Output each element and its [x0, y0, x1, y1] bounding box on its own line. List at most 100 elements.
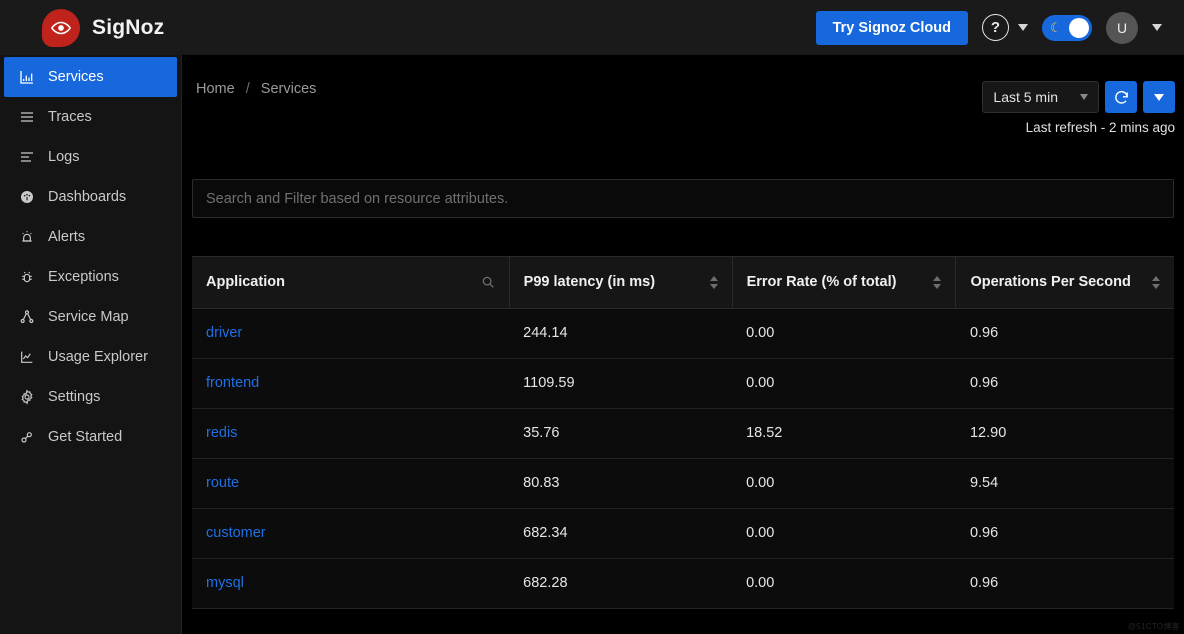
table-header-row: Application P99 latency (in ms) — [192, 257, 1174, 308]
breadcrumb-home[interactable]: Home — [196, 81, 235, 97]
sidebar: Services Traces Logs Dashboards Alerts — [0, 55, 182, 634]
cell-operations-per-second: 12.90 — [956, 408, 1174, 458]
breadcrumb-separator: / — [246, 81, 250, 97]
cell-p99-latency: 35.76 — [509, 408, 732, 458]
sort-icon[interactable] — [933, 276, 941, 289]
last-refresh-note: Last refresh - 2 mins ago — [982, 120, 1175, 135]
top-bar: SigNoz Try Signoz Cloud ? ☾ U — [0, 0, 1184, 55]
search-input[interactable] — [192, 179, 1174, 218]
gear-icon — [18, 389, 35, 406]
chevron-down-icon[interactable] — [1018, 24, 1028, 31]
table-row[interactable]: frontend 1109.59 0.00 0.96 — [192, 358, 1174, 408]
search-icon[interactable] — [481, 275, 495, 289]
sidebar-item-label: Exceptions — [48, 269, 119, 285]
sidebar-item-label: Dashboards — [48, 189, 126, 205]
sort-icon[interactable] — [710, 276, 718, 289]
node-graph-icon — [18, 309, 35, 326]
breadcrumb: Home / Services — [196, 81, 316, 97]
watermark: @51CTO博客 — [1128, 621, 1180, 632]
time-controls: Last 5 min — [982, 81, 1175, 113]
refresh-icon — [1113, 89, 1130, 106]
table-body: driver 244.14 0.00 0.96 frontend 1109.59… — [192, 308, 1174, 608]
caret-down-icon — [1154, 94, 1164, 101]
refresh-options-button[interactable] — [1143, 81, 1175, 113]
sidebar-item-label: Logs — [48, 149, 79, 165]
sidebar-item-service-map[interactable]: Service Map — [4, 297, 177, 337]
cell-error-rate: 18.52 — [732, 408, 956, 458]
cell-error-rate: 0.00 — [732, 558, 956, 608]
application-link[interactable]: redis — [206, 425, 237, 441]
refresh-button[interactable] — [1105, 81, 1137, 113]
sidebar-item-label: Usage Explorer — [48, 349, 148, 365]
cell-p99-latency: 682.34 — [509, 508, 732, 558]
sidebar-item-usage-explorer[interactable]: Usage Explorer — [4, 337, 177, 377]
cell-error-rate: 0.00 — [732, 358, 956, 408]
theme-toggle[interactable]: ☾ — [1042, 15, 1092, 41]
sidebar-item-label: Traces — [48, 109, 92, 125]
application-link[interactable]: customer — [206, 525, 266, 541]
sidebar-item-label: Get Started — [48, 429, 122, 445]
cell-error-rate: 0.00 — [732, 458, 956, 508]
column-header-p99-latency[interactable]: P99 latency (in ms) — [509, 257, 732, 308]
cell-operations-per-second: 0.96 — [956, 508, 1174, 558]
sidebar-item-exceptions[interactable]: Exceptions — [4, 257, 177, 297]
signoz-app: SigNoz Try Signoz Cloud ? ☾ U Services — [0, 0, 1184, 634]
table-row[interactable]: redis 35.76 18.52 12.90 — [192, 408, 1174, 458]
services-table-element: Application P99 latency (in ms) — [192, 257, 1174, 609]
top-bar-actions: Try Signoz Cloud ? ☾ U — [816, 11, 1184, 45]
search-area — [182, 179, 1184, 218]
application-link[interactable]: mysql — [206, 575, 244, 591]
sort-icon[interactable] — [1152, 276, 1160, 289]
cell-operations-per-second: 0.96 — [956, 308, 1174, 358]
question-circle-icon[interactable]: ? — [982, 14, 1009, 41]
column-label: Operations Per Second — [970, 274, 1130, 290]
application-link[interactable]: driver — [206, 325, 242, 341]
cell-p99-latency: 1109.59 — [509, 358, 732, 408]
sidebar-item-label: Alerts — [48, 229, 85, 245]
brand-name: SigNoz — [92, 16, 164, 40]
cell-error-rate: 0.00 — [732, 308, 956, 358]
column-header-application[interactable]: Application — [192, 257, 509, 308]
sidebar-item-label: Service Map — [48, 309, 129, 325]
sidebar-item-services[interactable]: Services — [4, 57, 177, 97]
brand[interactable]: SigNoz — [0, 9, 164, 47]
page-header: Home / Services Last 5 min — [182, 55, 1184, 117]
table-row[interactable]: driver 244.14 0.00 0.96 — [192, 308, 1174, 358]
sidebar-item-alerts[interactable]: Alerts — [4, 217, 177, 257]
toggle-knob — [1069, 18, 1089, 38]
cell-operations-per-second: 9.54 — [956, 458, 1174, 508]
align-left-icon — [18, 149, 35, 166]
breadcrumb-current: Services — [261, 81, 317, 97]
bar-chart-icon — [18, 69, 35, 86]
avatar[interactable]: U — [1106, 12, 1138, 44]
column-label: P99 latency (in ms) — [524, 274, 655, 290]
sidebar-item-get-started[interactable]: Get Started — [4, 417, 177, 457]
cell-p99-latency: 682.28 — [509, 558, 732, 608]
column-header-operations-per-second[interactable]: Operations Per Second — [956, 257, 1174, 308]
user-menu-chevron-down-icon[interactable] — [1152, 24, 1162, 31]
cell-p99-latency: 80.83 — [509, 458, 732, 508]
sidebar-item-settings[interactable]: Settings — [4, 377, 177, 417]
sidebar-item-traces[interactable]: Traces — [4, 97, 177, 137]
eye-icon — [42, 9, 80, 47]
sidebar-item-label: Services — [48, 69, 104, 85]
time-range-select[interactable]: Last 5 min — [982, 81, 1099, 113]
main-content: Home / Services Last 5 min — [182, 55, 1184, 634]
bug-icon — [18, 269, 35, 286]
help-menu[interactable]: ? — [982, 14, 1028, 41]
cell-operations-per-second: 0.96 — [956, 358, 1174, 408]
moon-icon: ☾ — [1050, 21, 1062, 34]
column-header-error-rate[interactable]: Error Rate (% of total) — [732, 257, 956, 308]
table-row[interactable]: mysql 682.28 0.00 0.96 — [192, 558, 1174, 608]
table-row[interactable]: route 80.83 0.00 9.54 — [192, 458, 1174, 508]
chevron-down-icon — [1080, 94, 1088, 100]
sidebar-item-label: Settings — [48, 389, 100, 405]
table-row[interactable]: customer 682.34 0.00 0.96 — [192, 508, 1174, 558]
sidebar-item-dashboards[interactable]: Dashboards — [4, 177, 177, 217]
sidebar-item-logs[interactable]: Logs — [4, 137, 177, 177]
application-link[interactable]: route — [206, 475, 239, 491]
time-picker-area: Last 5 min Last refresh - 2 mins ago — [982, 81, 1175, 135]
cell-p99-latency: 244.14 — [509, 308, 732, 358]
try-signoz-cloud-button[interactable]: Try Signoz Cloud — [816, 11, 968, 45]
application-link[interactable]: frontend — [206, 375, 259, 391]
